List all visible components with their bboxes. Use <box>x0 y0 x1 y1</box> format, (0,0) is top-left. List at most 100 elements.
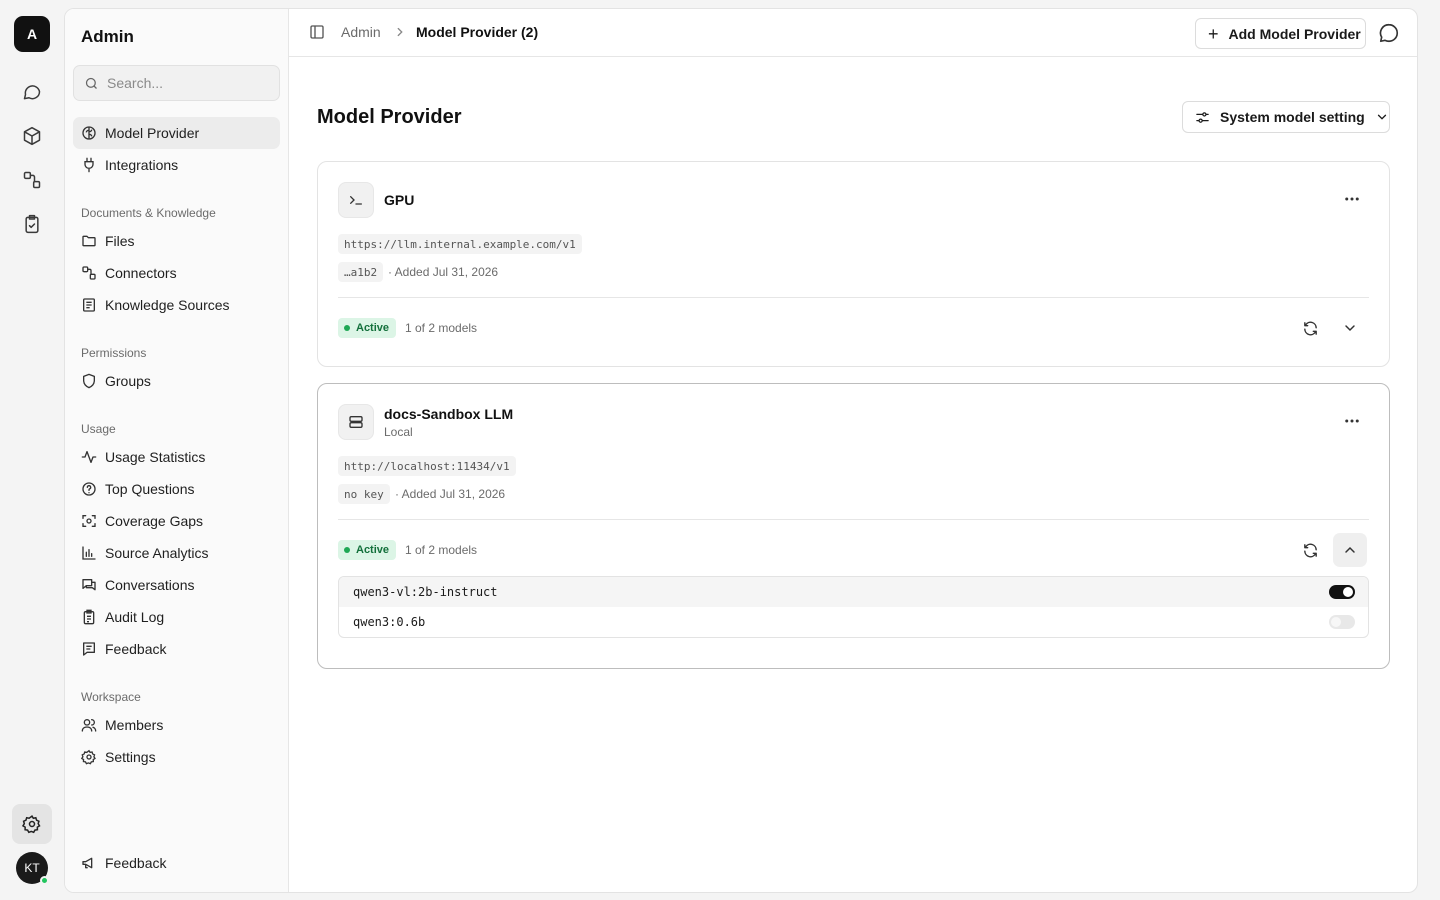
section-workspace: Workspace <box>81 690 141 704</box>
chevron-down-icon <box>1375 110 1389 124</box>
sidebar-item-settings[interactable]: Settings <box>73 741 280 773</box>
bar-chart-icon <box>81 545 97 561</box>
status-dot <box>344 325 350 331</box>
brain-icon <box>81 125 97 141</box>
search-input[interactable] <box>107 75 267 91</box>
sidebar-item-conversations[interactable]: Conversations <box>73 569 280 601</box>
expand-chevron-icon[interactable] <box>1333 311 1367 345</box>
sidebar-search[interactable] <box>73 65 280 101</box>
model-name: qwen3:0.6b <box>353 615 426 629</box>
gear-icon <box>81 749 97 765</box>
sidebar-item-integrations[interactable]: Integrations <box>73 149 280 181</box>
status-label: Active <box>356 322 390 334</box>
sidebar-item-coverage-gaps[interactable]: Coverage Gaps <box>73 505 280 537</box>
sidebar-item-audit-log[interactable]: Audit Log <box>73 601 280 633</box>
status-badge: Active <box>338 318 397 338</box>
status-label: Active <box>356 544 390 556</box>
models-count: 1 of 2 models <box>405 321 478 335</box>
status-dot <box>344 547 350 553</box>
add-model-provider-label: Add Model Provider <box>1228 25 1361 42</box>
provider-name: GPU <box>384 192 415 208</box>
sidebar-item-connectors[interactable]: Connectors <box>73 257 280 289</box>
sidebar-item-label: Model Provider <box>105 125 200 141</box>
megaphone-icon <box>81 855 97 871</box>
message-square-text-icon <box>81 641 97 657</box>
system-model-setting-button[interactable]: System model setting <box>1182 101 1390 133</box>
breadcrumb-current: Model Provider (2) <box>416 24 539 40</box>
collapse-chevron-icon[interactable] <box>1333 533 1367 567</box>
sidebar-item-label: Settings <box>105 749 156 765</box>
sidebar-item-label: Connectors <box>105 265 177 281</box>
model-enabled-toggle[interactable] <box>1329 585 1355 599</box>
search-icon <box>85 77 97 89</box>
sidebar-item-source-analytics[interactable]: Source Analytics <box>73 537 280 569</box>
sidebar-item-label: Integrations <box>105 157 179 173</box>
sidebar-item-label: Source Analytics <box>105 545 209 561</box>
card-divider <box>338 519 1369 520</box>
settings-gear-icon[interactable] <box>12 804 52 844</box>
card-divider <box>338 297 1369 298</box>
sidebar-item-label: Feedback <box>105 641 167 657</box>
clipboard-check-icon[interactable] <box>20 212 44 236</box>
sidebar-item-knowledge-sources[interactable]: Knowledge Sources <box>73 289 280 321</box>
top-bar: Admin Model Provider (2) + Add Model Pro… <box>289 9 1417 57</box>
system-model-setting-label: System model setting <box>1220 109 1365 125</box>
sidebar-item-files[interactable]: Files <box>73 225 280 257</box>
avatar-initials: KT <box>24 861 40 875</box>
sidebar-item-members[interactable]: Members <box>73 709 280 741</box>
admin-sidebar: Admin Model Provider Integrations Docume… <box>65 9 289 892</box>
api-key-chip: …a1b2 <box>338 262 384 282</box>
book-icon <box>81 297 97 313</box>
sidebar-item-groups[interactable]: Groups <box>73 365 280 397</box>
cube-icon[interactable] <box>20 124 44 148</box>
assistant-chat-icon[interactable] <box>1378 22 1400 47</box>
sidebar-footer-feedback[interactable]: Feedback <box>73 847 280 879</box>
user-avatar[interactable]: KT <box>16 852 49 885</box>
provider-url: http://localhost:11434/v1 <box>338 456 516 476</box>
activity-icon <box>81 449 97 465</box>
sidebar-toggle-icon[interactable] <box>309 24 325 43</box>
add-model-provider-button[interactable]: + Add Model Provider <box>1195 18 1366 49</box>
content-area: Admin Model Provider (2) + Add Model Pro… <box>289 9 1417 892</box>
sidebar-item-usage-statistics[interactable]: Usage Statistics <box>73 441 280 473</box>
more-options-icon[interactable] <box>1343 190 1361 211</box>
provider-url: https://llm.internal.example.com/v1 <box>338 234 582 254</box>
sidebar-title: Admin <box>81 27 134 46</box>
chat-icon[interactable] <box>20 80 44 104</box>
online-status-dot <box>40 876 49 885</box>
provider-type: Local <box>384 425 413 439</box>
model-row: qwen3:0.6b <box>339 607 1368 637</box>
server-icon <box>338 404 374 440</box>
sidebar-item-label: Knowledge Sources <box>105 297 230 313</box>
model-name: qwen3-vl:2b-instruct <box>353 585 498 599</box>
added-date: · Added Jul 31, 2026 <box>388 265 499 279</box>
icon-rail: A KT <box>0 0 64 900</box>
breadcrumb-separator-icon <box>393 22 407 42</box>
breadcrumb-root[interactable]: Admin <box>341 24 381 40</box>
help-circle-icon <box>81 481 97 497</box>
section-documents-knowledge: Documents & Knowledge <box>81 206 216 220</box>
refresh-icon[interactable] <box>1293 311 1327 345</box>
sidebar-item-feedback[interactable]: Feedback <box>73 633 280 665</box>
shield-icon <box>81 373 97 389</box>
section-usage: Usage <box>81 422 116 436</box>
refresh-icon[interactable] <box>1293 533 1327 567</box>
sidebar-item-label: Top Questions <box>105 481 195 497</box>
model-row: qwen3-vl:2b-instruct <box>339 577 1368 607</box>
page-title: Model Provider <box>317 106 462 128</box>
sidebar-item-model-provider[interactable]: Model Provider <box>73 117 280 149</box>
workflow-icon[interactable] <box>20 168 44 192</box>
sidebar-item-label: Feedback <box>105 855 167 871</box>
more-options-icon[interactable] <box>1343 412 1361 433</box>
connectors-icon <box>81 265 97 281</box>
sidebar-item-top-questions[interactable]: Top Questions <box>73 473 280 505</box>
sliders-icon <box>1195 110 1210 125</box>
section-permissions: Permissions <box>81 346 147 360</box>
model-enabled-toggle[interactable] <box>1329 615 1355 629</box>
added-date: · Added Jul 31, 2026 <box>395 487 506 501</box>
workspace-logo[interactable]: A <box>14 16 50 52</box>
provider-card: docs-Sandbox LLM Local http://localhost:… <box>317 383 1390 669</box>
api-key-chip: no key <box>338 484 390 504</box>
folder-icon <box>81 233 97 249</box>
sidebar-item-label: Audit Log <box>105 609 165 625</box>
